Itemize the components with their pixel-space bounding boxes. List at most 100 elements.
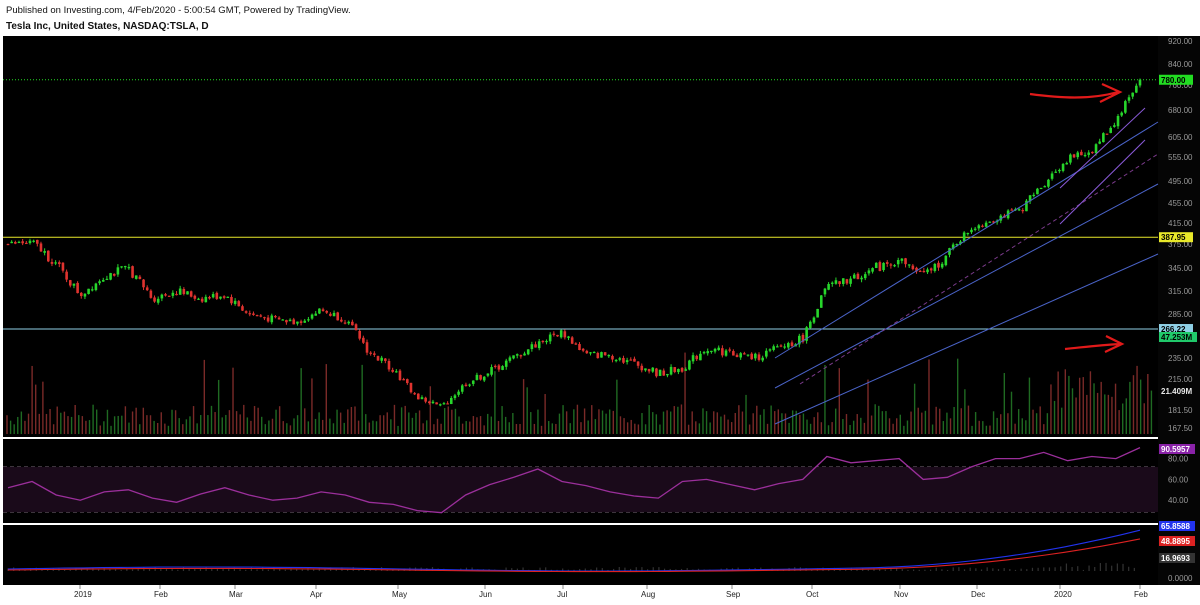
candle-body — [662, 370, 666, 376]
candle-body — [189, 291, 193, 297]
candle-body — [754, 353, 757, 359]
candle-body — [977, 225, 981, 229]
candle-body — [431, 401, 435, 404]
candle-body — [490, 367, 493, 375]
date-label: Jul — [557, 590, 567, 599]
candle-body — [167, 295, 171, 297]
candle-body — [625, 360, 629, 363]
candle-body — [739, 353, 742, 358]
candle-body — [585, 350, 589, 354]
candle-body — [171, 292, 175, 296]
candle-body — [1098, 141, 1102, 144]
candle-body — [702, 352, 706, 354]
candle-body — [592, 351, 596, 354]
candle-body — [362, 337, 365, 343]
candle-body — [68, 280, 72, 286]
candle-body — [721, 348, 724, 356]
candle-body — [233, 300, 237, 304]
candle-body — [578, 344, 581, 351]
candle-body — [629, 359, 633, 361]
rsi-last-label: 90.5957 — [1161, 445, 1190, 454]
candle-body — [695, 355, 699, 360]
macd-zero-label: 0.0000 — [1168, 574, 1193, 583]
candle-body — [984, 222, 988, 227]
candle-body — [878, 262, 882, 271]
candle-body — [76, 282, 79, 294]
candle-body — [618, 358, 622, 360]
candle-body — [142, 279, 145, 288]
candle-body — [937, 262, 940, 268]
candle-body — [882, 262, 885, 271]
chart-svg[interactable]: 920.00840.00760.00680.00605.00555.00495.… — [0, 36, 1200, 605]
candle-body — [640, 365, 644, 371]
candle-body — [904, 258, 907, 265]
price-tick-label: 920.00 — [1168, 37, 1193, 46]
candle-body — [1047, 179, 1050, 187]
candle-body — [299, 321, 303, 323]
candle-body — [871, 268, 874, 272]
candle-body — [204, 296, 208, 303]
candle-body — [644, 368, 647, 371]
candle-body — [475, 374, 479, 380]
candle-body — [827, 284, 830, 290]
candle-body — [460, 385, 464, 392]
candle-body — [922, 270, 926, 273]
candle-body — [134, 275, 138, 279]
candle-body — [17, 241, 21, 244]
candle-body — [1105, 133, 1109, 135]
candle-body — [940, 263, 944, 268]
candle-body — [534, 344, 537, 348]
chart-area[interactable]: 920.00 840.00 760.00 680.00 605.00 555.00 495.… — [0, 36, 1200, 605]
candle-body — [1094, 144, 1098, 154]
candle-body — [1080, 151, 1083, 156]
price-tick-label: 840.00 — [1168, 60, 1193, 69]
candle-body — [1058, 169, 1061, 172]
candle-body — [215, 292, 219, 299]
candle-body — [409, 382, 413, 393]
candle-body — [1087, 152, 1091, 155]
candle-body — [706, 351, 710, 354]
price-tick-label: 285.00 — [1168, 310, 1193, 319]
candle-body — [570, 337, 574, 344]
candle-body — [230, 296, 233, 304]
candle-body — [1072, 154, 1076, 158]
candle-body — [1010, 209, 1014, 211]
candle-body — [145, 287, 149, 291]
candle-body — [83, 293, 87, 297]
candle-body — [563, 331, 567, 338]
candle-body — [1069, 154, 1072, 163]
candle-body — [515, 354, 519, 356]
candle-body — [101, 280, 105, 282]
candle-body — [900, 258, 904, 261]
candle-body — [288, 319, 292, 322]
candle-body — [717, 347, 721, 351]
candle-body — [926, 269, 929, 273]
candle-body — [614, 359, 618, 362]
candle-body — [1109, 127, 1112, 133]
candle-body — [266, 317, 270, 322]
price-tick-label: 315.00 — [1168, 287, 1193, 296]
price-tick-label: 495.00 — [1168, 177, 1193, 186]
candle-body — [1124, 101, 1127, 113]
candle-body — [420, 397, 424, 400]
candle-body — [493, 365, 497, 368]
candle-body — [1017, 209, 1021, 211]
level-tag-label: 387.95 — [1161, 233, 1186, 242]
date-label: Nov — [894, 590, 908, 599]
candle-body — [548, 334, 552, 342]
candle-body — [1102, 133, 1105, 143]
candle-body — [464, 384, 468, 387]
candle-body — [164, 294, 167, 296]
candle-body — [970, 229, 973, 233]
candle-body — [1036, 188, 1039, 195]
candle-body — [36, 239, 39, 244]
candle-body — [376, 356, 380, 361]
candle-body — [354, 324, 358, 331]
candle-body — [512, 355, 515, 359]
candle-body — [688, 360, 691, 370]
candle-body — [123, 266, 127, 268]
candle-body — [46, 250, 50, 262]
candle-body — [384, 358, 387, 361]
candle-body — [1039, 187, 1043, 190]
candle-body — [596, 352, 600, 359]
